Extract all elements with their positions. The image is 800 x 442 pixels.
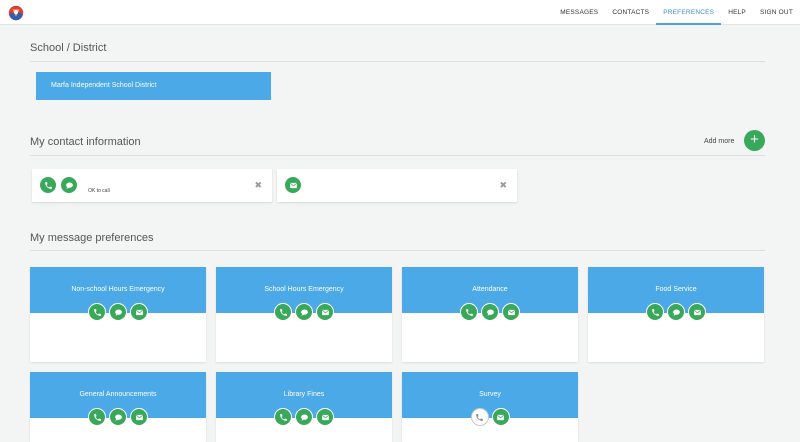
section-divider	[30, 155, 765, 156]
phone-icon[interactable]	[88, 408, 106, 426]
contact-card: ✖	[277, 169, 517, 202]
contact-methods	[39, 176, 78, 194]
preference-channels	[216, 408, 392, 426]
email-icon[interactable]	[130, 303, 148, 321]
phone-icon[interactable]	[646, 303, 664, 321]
section-divider	[30, 250, 765, 251]
chat-icon[interactable]	[60, 176, 78, 194]
phone-icon[interactable]	[460, 303, 478, 321]
contact-card: OK to call ✖	[32, 169, 272, 202]
main-nav: MESSAGES CONTACTS PREFERENCES HELP SIGN …	[553, 0, 800, 25]
preference-card: School Hours Emergency	[216, 267, 392, 362]
preference-channels	[402, 303, 578, 321]
email-icon[interactable]	[316, 303, 334, 321]
preference-channels	[216, 303, 392, 321]
preference-card: General Announcements	[30, 372, 206, 442]
email-icon[interactable]	[130, 408, 148, 426]
email-icon[interactable]	[316, 408, 334, 426]
chat-icon[interactable]	[481, 303, 499, 321]
preferences-section-title: My message preferences	[30, 232, 154, 244]
district-button[interactable]: Marfa Independent School District	[36, 72, 271, 100]
email-icon[interactable]	[688, 303, 706, 321]
phone-icon[interactable]	[88, 303, 106, 321]
email-icon[interactable]	[502, 303, 520, 321]
preference-card: Library Fines	[216, 372, 392, 442]
preference-channels	[402, 408, 578, 426]
contact-methods	[284, 176, 302, 194]
phone-icon-off[interactable]	[470, 408, 489, 426]
preference-channels	[30, 303, 206, 321]
chat-icon[interactable]	[667, 303, 685, 321]
preference-card: Survey	[402, 372, 578, 442]
preference-channels	[30, 408, 206, 426]
chat-icon[interactable]	[295, 303, 313, 321]
contact-section-title: My contact information	[30, 136, 141, 148]
preference-channels	[588, 303, 764, 321]
ok-to-call-label: OK to call	[88, 188, 110, 194]
section-divider	[30, 61, 765, 62]
nav-contacts[interactable]: CONTACTS	[605, 0, 656, 25]
email-icon[interactable]	[284, 176, 302, 194]
email-icon[interactable]	[491, 408, 510, 426]
nav-preferences[interactable]: PREFERENCES	[656, 0, 722, 25]
plus-icon: +	[750, 131, 759, 148]
add-contact-button[interactable]: +	[744, 130, 765, 151]
close-icon[interactable]: ✖	[499, 180, 507, 191]
phone-icon[interactable]	[274, 303, 292, 321]
preference-card: Food Service	[588, 267, 764, 362]
app-logo[interactable]	[7, 4, 25, 22]
nav-messages[interactable]: MESSAGES	[553, 0, 605, 25]
nav-help[interactable]: HELP	[721, 0, 753, 25]
chat-icon[interactable]	[109, 303, 127, 321]
top-bar: MESSAGES CONTACTS PREFERENCES HELP SIGN …	[0, 0, 800, 25]
chat-icon[interactable]	[109, 408, 127, 426]
close-icon[interactable]: ✖	[254, 180, 262, 191]
chat-icon[interactable]	[295, 408, 313, 426]
phone-icon[interactable]	[39, 176, 57, 194]
phone-icon[interactable]	[274, 408, 292, 426]
school-section-title: School / District	[30, 42, 107, 54]
add-more-label[interactable]: Add more	[704, 138, 734, 145]
preference-card: Non-school Hours Emergency	[30, 267, 206, 362]
nav-sign-out[interactable]: SIGN OUT	[753, 0, 800, 25]
preference-card: Attendance	[402, 267, 578, 362]
